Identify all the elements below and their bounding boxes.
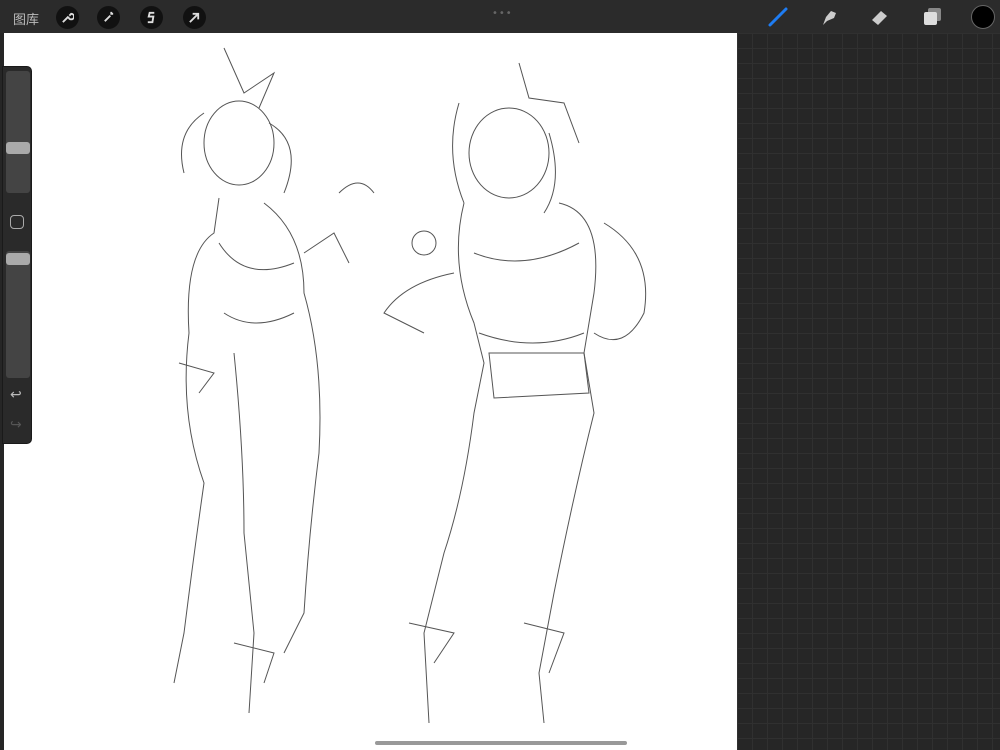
undo-button[interactable]: ↩ <box>10 387 22 403</box>
brush-size-thumb[interactable] <box>6 142 30 154</box>
drag-handle[interactable]: ••• <box>492 8 513 19</box>
redo-button[interactable]: ↪ <box>10 417 22 433</box>
modify-button[interactable] <box>10 215 24 229</box>
top-toolbar: 图库 ••• <box>0 0 1000 33</box>
gallery-button[interactable]: 图库 <box>13 9 39 28</box>
drawing-canvas[interactable] <box>4 33 737 750</box>
layers-icon[interactable] <box>920 5 944 29</box>
right-figure-sketch <box>383 62 647 724</box>
wrench-icon[interactable] <box>56 6 79 29</box>
left-figure-sketch <box>173 47 375 714</box>
background-grid <box>737 33 1000 750</box>
smudge-icon[interactable] <box>817 5 841 29</box>
transform-arrow-icon[interactable] <box>183 6 206 29</box>
sketch-drawing <box>173 47 647 724</box>
home-indicator <box>375 741 627 745</box>
opacity-thumb[interactable] <box>6 253 30 265</box>
color-picker-button[interactable] <box>971 5 995 29</box>
left-sidebar: ↩ ↪ <box>2 66 32 444</box>
magic-wand-icon[interactable] <box>97 6 120 29</box>
eraser-icon[interactable] <box>868 5 892 29</box>
opacity-slider[interactable] <box>6 251 30 378</box>
brush-size-slider[interactable] <box>6 71 30 193</box>
brush-icon[interactable] <box>766 5 790 29</box>
selection-icon[interactable] <box>140 6 163 29</box>
